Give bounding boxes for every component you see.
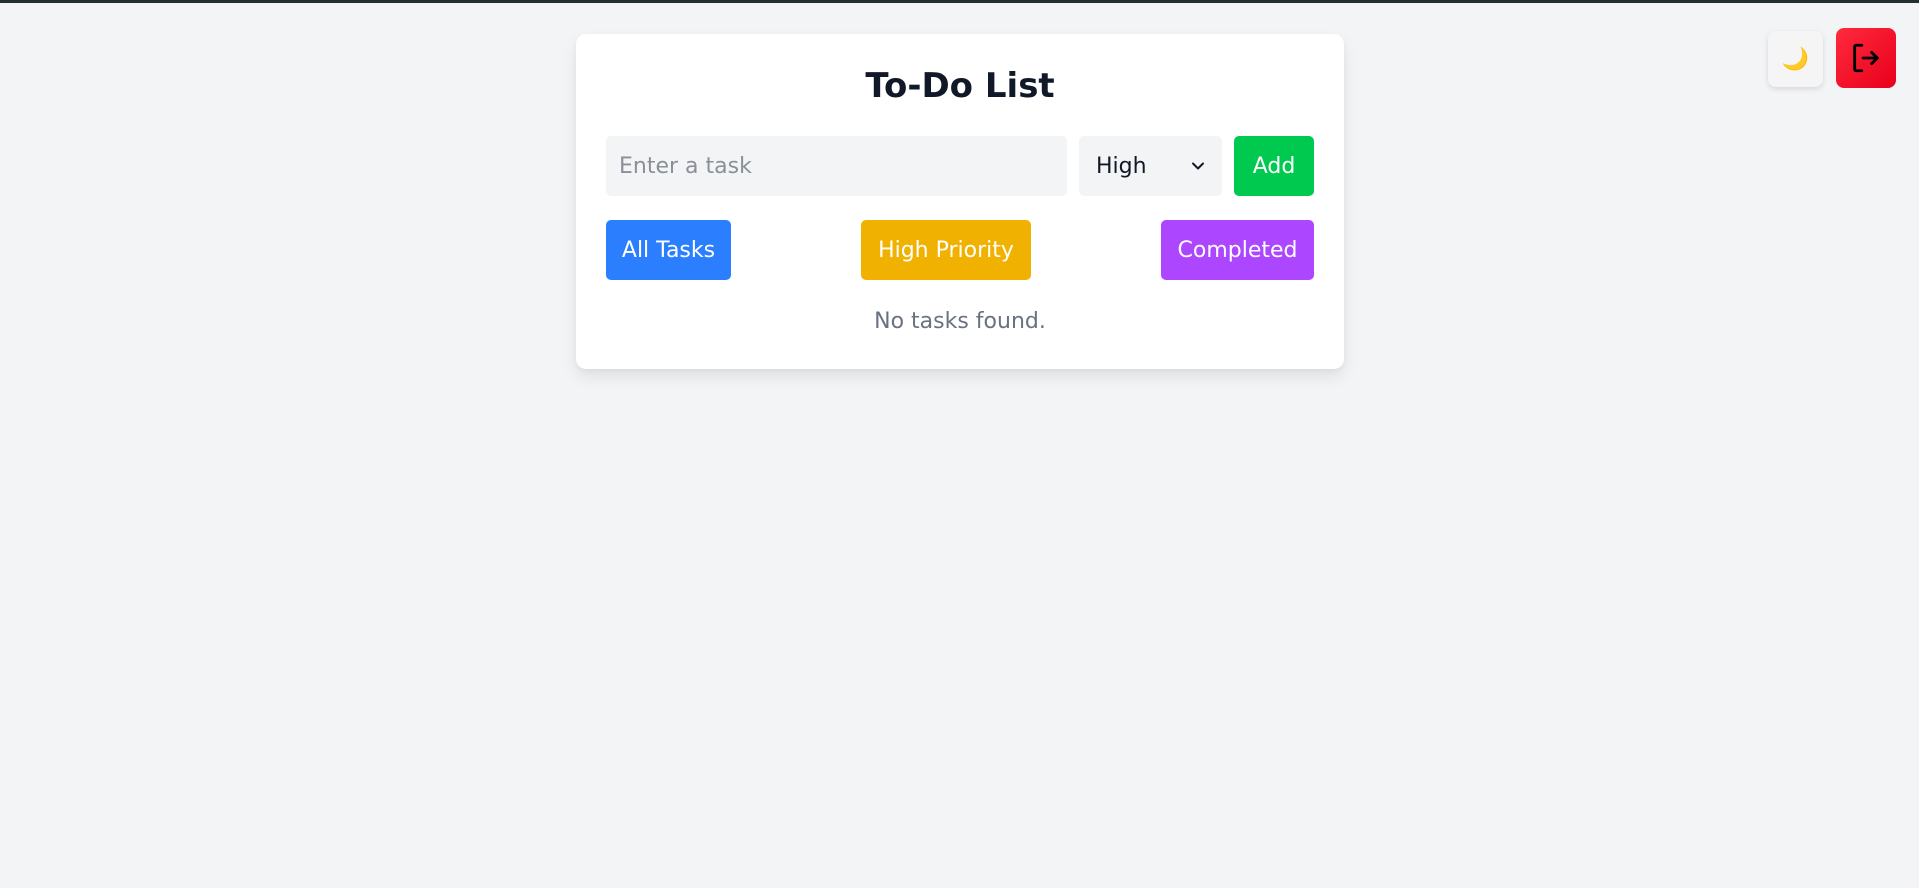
moon-icon: 🌙 xyxy=(1781,46,1810,72)
filter-high-priority-button[interactable]: High Priority xyxy=(861,220,1031,280)
logout-button[interactable] xyxy=(1836,28,1896,88)
page-title: To-Do List xyxy=(865,66,1055,106)
theme-toggle-button[interactable]: 🌙 xyxy=(1768,31,1823,87)
priority-selected-value: High xyxy=(1096,153,1147,179)
chevron-down-icon xyxy=(1192,162,1204,170)
todo-card: To-Do List High Add All Tasks High Prior… xyxy=(576,34,1344,369)
filter-completed-button[interactable]: Completed xyxy=(1161,220,1314,280)
priority-select[interactable]: High xyxy=(1079,136,1222,196)
filter-all-tasks-button[interactable]: All Tasks xyxy=(606,220,731,280)
add-button[interactable]: Add xyxy=(1234,136,1314,196)
task-input[interactable] xyxy=(606,136,1067,196)
logout-icon xyxy=(1853,43,1879,73)
empty-state-message: No tasks found. xyxy=(874,309,1046,334)
top-border-strip xyxy=(0,0,1919,3)
